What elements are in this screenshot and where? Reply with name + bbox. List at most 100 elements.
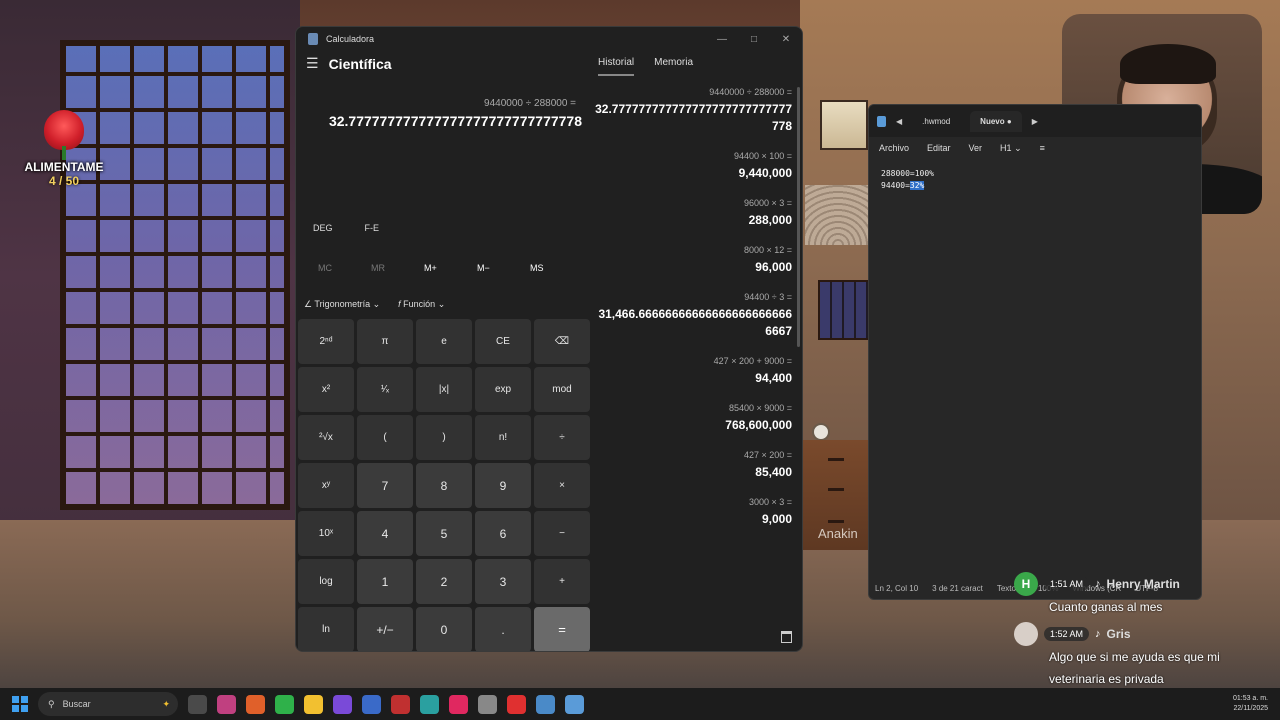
function-dropdown[interactable]: f Función ⌄	[398, 299, 445, 310]
menu-icon[interactable]: ☰	[306, 55, 319, 72]
history-scrollbar[interactable]	[797, 87, 800, 347]
calculator-app-icon	[308, 33, 318, 45]
history-item[interactable]: 3000 × 3 = 9,000	[594, 497, 792, 528]
history-item[interactable]: 8000 × 12 = 96,000	[594, 245, 792, 276]
taskbar-search[interactable]: ⚲ Buscar ✦	[38, 692, 178, 716]
backspace-icon[interactable]: ⌫	[534, 319, 590, 364]
key-close-paren[interactable]: )	[416, 415, 472, 460]
tab-scroll-left-icon[interactable]: ◀	[896, 117, 902, 126]
angle-mode-button[interactable]: DEG	[313, 223, 333, 233]
key-pi[interactable]: π	[357, 319, 413, 364]
tab-historial[interactable]: Historial	[598, 57, 635, 76]
mr-button[interactable]: MR	[371, 263, 424, 273]
key-2[interactable]: 2	[416, 559, 472, 604]
heading-dropdown[interactable]: H1 ⌄	[1000, 143, 1022, 154]
key-6[interactable]: 6	[475, 511, 531, 556]
history-item[interactable]: 94400 × 100 = 9,440,000	[594, 151, 792, 182]
key-exp[interactable]: exp	[475, 367, 531, 412]
stream-chat: H 1:51 AM ♪ Henry Martin Cuanto ganas al…	[1014, 572, 1274, 694]
search-placeholder: Buscar	[62, 699, 91, 709]
key-open-paren[interactable]: (	[357, 415, 413, 460]
key-ten-power[interactable]: 10ˣ	[298, 511, 354, 556]
clock-icon	[812, 423, 830, 441]
taskbar-app-icon[interactable]	[246, 694, 265, 714]
key-e[interactable]: e	[416, 319, 472, 364]
menu-editar[interactable]: Editar	[927, 143, 951, 154]
fe-button[interactable]: F-E	[365, 223, 380, 233]
m-plus-button[interactable]: M+	[424, 263, 477, 273]
m-minus-button[interactable]: M−	[477, 263, 530, 273]
key-0[interactable]: 0	[416, 607, 472, 651]
trigonometry-dropdown[interactable]: ∠ Trigonometría ⌄	[304, 299, 380, 310]
key-divide[interactable]: ÷	[534, 415, 590, 460]
key-sqrt[interactable]: ²√x	[298, 415, 354, 460]
taskbar-app-icon[interactable]	[304, 694, 323, 714]
key-factorial[interactable]: n!	[475, 415, 531, 460]
history-item[interactable]: 9440000 ÷ 288000 = 32.777777777777777777…	[594, 87, 792, 135]
taskbar-app-icon[interactable]	[333, 694, 352, 714]
calculator-titlebar[interactable]: Calculadora — □ ✕	[296, 27, 802, 51]
mode-title: Científica	[328, 55, 392, 72]
close-button[interactable]: ✕	[770, 34, 802, 45]
list-icon[interactable]: ≡	[1040, 143, 1045, 154]
notepad-editor[interactable]: 288000=100% 94400=32%	[869, 160, 1201, 200]
chat-text: Cuanto ganas al mes	[1049, 600, 1163, 614]
taskbar-app-icon[interactable]	[536, 694, 555, 714]
taskbar-app-icon[interactable]	[391, 694, 410, 714]
key-add[interactable]: +	[534, 559, 590, 604]
windows-start-icon[interactable]	[12, 696, 28, 712]
tiktok-icon: ♪	[1095, 628, 1101, 640]
key-reciprocal[interactable]: ¹⁄ₓ	[357, 367, 413, 412]
key-1[interactable]: 1	[357, 559, 413, 604]
key-7[interactable]: 7	[357, 463, 413, 508]
key-abs[interactable]: |x|	[416, 367, 472, 412]
key-power[interactable]: xʸ	[298, 463, 354, 508]
editor-line: 94400=32%	[881, 181, 925, 190]
key-8[interactable]: 8	[416, 463, 472, 508]
taskbar-app-icon[interactable]	[275, 694, 294, 714]
selected-text: 32%	[909, 181, 925, 190]
key-subtract[interactable]: −	[534, 511, 590, 556]
history-item[interactable]: 94400 ÷ 3 = 31,466.666666666666666666666…	[594, 292, 792, 340]
taskbar-app-icon[interactable]	[362, 694, 381, 714]
key-log[interactable]: log	[298, 559, 354, 604]
key-5[interactable]: 5	[416, 511, 472, 556]
key-9[interactable]: 9	[475, 463, 531, 508]
mc-button[interactable]: MC	[318, 263, 371, 273]
maximize-button[interactable]: □	[738, 34, 770, 45]
tab-nuevo[interactable]: Nuevo ●	[970, 110, 1022, 132]
key-decimal[interactable]: .	[475, 607, 531, 651]
history-item[interactable]: 427 × 200 + 9000 = 94,400	[594, 356, 792, 387]
key-4[interactable]: 4	[357, 511, 413, 556]
tab-hwmod[interactable]: .hwmod	[912, 111, 960, 132]
key-second[interactable]: 2ⁿᵈ	[298, 319, 354, 364]
key-ln[interactable]: ln	[298, 607, 354, 651]
key-negate[interactable]: +/−	[357, 607, 413, 651]
key-multiply[interactable]: ×	[534, 463, 590, 508]
history-item[interactable]: 96000 × 3 = 288,000	[594, 198, 792, 229]
key-square[interactable]: x²	[298, 367, 354, 412]
history-item[interactable]: 427 × 200 = 85,400	[594, 450, 792, 481]
sparkle-icon: ✦	[162, 698, 170, 709]
key-3[interactable]: 3	[475, 559, 531, 604]
menu-archivo[interactable]: Archivo	[879, 143, 909, 154]
taskbar-app-icon[interactable]	[449, 694, 468, 714]
taskbar-app-icon[interactable]	[217, 694, 236, 714]
key-ce[interactable]: CE	[475, 319, 531, 364]
history-item[interactable]: 85400 × 9000 = 768,600,000	[594, 403, 792, 434]
taskbar-app-icon[interactable]	[420, 694, 439, 714]
taskbar-app-icon[interactable]	[478, 694, 497, 714]
tab-scroll-right-icon[interactable]: ▶	[1032, 117, 1038, 126]
ms-button[interactable]: MS	[530, 263, 583, 273]
taskbar-app-icon[interactable]	[507, 694, 526, 714]
tiktok-icon: ♪	[1095, 578, 1101, 590]
key-mod[interactable]: mod	[534, 367, 590, 412]
trash-icon[interactable]	[781, 631, 792, 643]
key-equals[interactable]: =	[534, 607, 590, 651]
taskbar-app-icon[interactable]	[188, 694, 207, 714]
taskbar-app-icon[interactable]	[565, 694, 584, 714]
tab-memoria[interactable]: Memoria	[654, 57, 693, 76]
menu-ver[interactable]: Ver	[969, 143, 983, 154]
tray-date: 22/11/2025	[1233, 705, 1268, 712]
minimize-button[interactable]: —	[706, 34, 738, 45]
